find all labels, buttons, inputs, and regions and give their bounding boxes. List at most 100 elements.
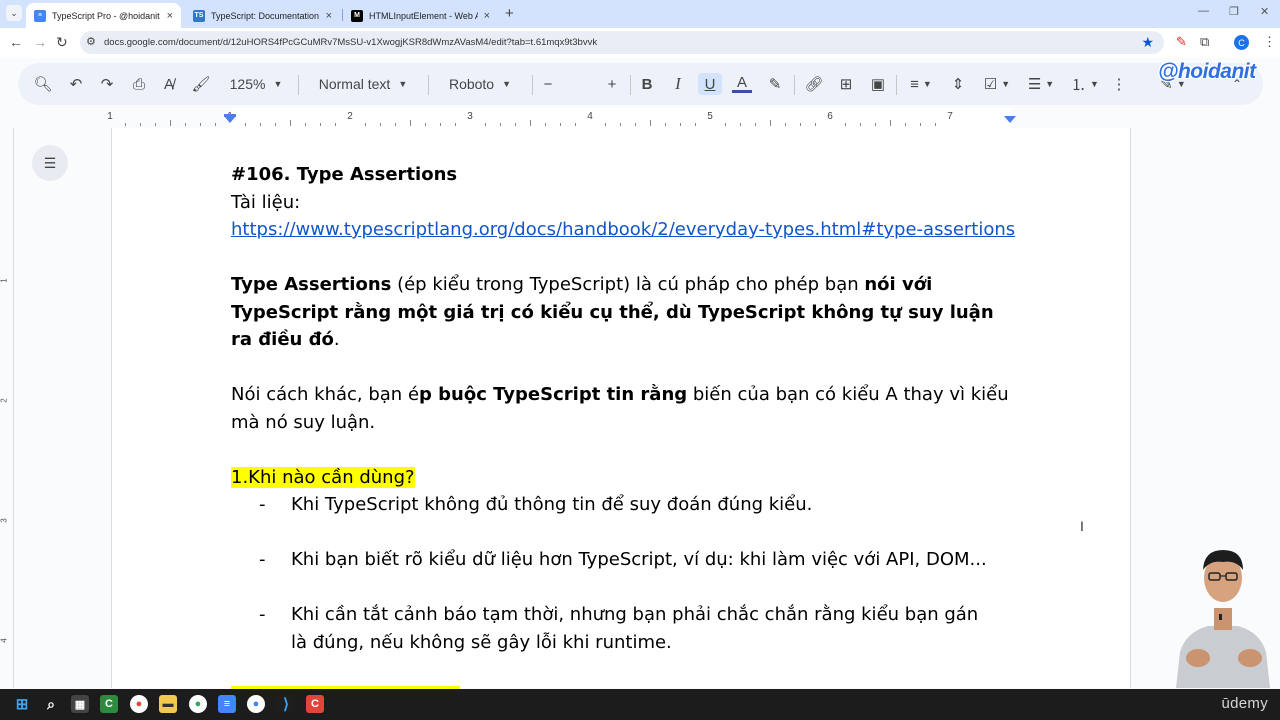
ruler-tick — [320, 123, 321, 126]
bullet-item: - Khi TypeScript không đủ thông tin để su… — [231, 491, 1031, 519]
new-tab-icon[interactable]: + — [505, 5, 514, 22]
right-indent-handle[interactable] — [1004, 116, 1016, 123]
file-explorer-icon[interactable]: ▬ — [159, 695, 177, 713]
ruler-number: 6 — [827, 111, 833, 122]
ruler-tick — [545, 123, 546, 126]
restore-icon[interactable]: ❐ — [1229, 5, 1239, 18]
doc-link[interactable]: https://www.typescriptlang.org/docs/hand… — [231, 219, 1015, 240]
notepad-icon[interactable]: ≡ — [218, 695, 236, 713]
highlight-color-icon[interactable]: ✎ — [764, 73, 786, 95]
ruler-tick — [425, 123, 426, 126]
paragraph-style-select[interactable]: Normal text ▼ — [310, 73, 416, 95]
vertical-ruler: 1 2 3 4 — [0, 128, 14, 688]
tab-search-icon[interactable]: ⌄ — [6, 5, 22, 21]
task-view-icon[interactable]: ▦ — [71, 695, 89, 713]
chrome-icon[interactable]: ● — [130, 695, 148, 713]
ruler-tick — [290, 120, 291, 126]
checklist-icon[interactable]: ☑ ▼ — [980, 73, 1014, 95]
extensions-icon[interactable]: ⧉ — [1200, 34, 1209, 50]
windows-start-icon[interactable]: ⊞ — [13, 695, 31, 713]
underline-icon[interactable]: U — [698, 73, 722, 95]
ruler-tick — [440, 123, 441, 126]
ruler-tick — [305, 123, 306, 126]
decrease-font-size-icon[interactable]: − — [538, 73, 558, 95]
close-icon[interactable]: × — [167, 10, 173, 22]
presenter-video — [1176, 550, 1270, 688]
paint-format-icon[interactable]: 🖌︎ — [190, 73, 212, 95]
bullet-text: Khi TypeScript không đủ thông tin để suy… — [291, 494, 813, 515]
vscode-icon[interactable]: ⟩ — [277, 695, 295, 713]
redo-icon[interactable]: ↷ — [96, 73, 118, 95]
search-menus-icon[interactable]: 🔍︎ — [32, 73, 54, 95]
bookmark-star-icon[interactable]: ★ — [1141, 34, 1154, 51]
camtasia-icon[interactable]: C — [100, 695, 118, 713]
mdn-icon: M — [351, 9, 363, 22]
recorder-icon[interactable]: C — [306, 695, 324, 713]
omnibox[interactable]: ⚙ docs.google.com/document/d/12uHORS4fPc… — [80, 31, 1164, 54]
numbered-list-icon[interactable]: ⒈ ▼ — [1068, 73, 1102, 95]
docs-toolbar: 🔍︎ ↶ ↷ ⎙ A̸ 🖌︎ 125% ▼ Normal text ▼ Roboto… — [18, 63, 1263, 105]
tab-typescript-docs[interactable]: TS TypeScript: Documentation - Ev × — [185, 3, 340, 28]
ruler-tick — [260, 123, 261, 126]
url-text[interactable]: docs.google.com/document/d/12uHORS4fPcGC… — [104, 37, 597, 48]
document-outline-icon[interactable]: ☰ — [32, 145, 68, 181]
bullet-item: - Khi cần tắt cảnh báo tạm thời, nhưng bạ… — [231, 601, 991, 656]
line-spacing-icon[interactable]: ⇕ — [947, 73, 969, 95]
toolbar-divider — [896, 75, 897, 95]
horizontal-ruler: 11234567 — [15, 108, 1130, 128]
print-icon[interactable]: ⎙ — [128, 73, 150, 95]
add-comment-icon[interactable]: ⊞ — [835, 73, 857, 95]
docs-icon: ≡ — [34, 9, 46, 22]
chrome-alt-icon[interactable]: ● — [247, 695, 265, 713]
menu-kebab-icon[interactable]: ⋮ — [1263, 34, 1276, 50]
toolbar-divider — [794, 75, 795, 95]
search-icon[interactable]: ⌕ — [42, 695, 60, 713]
window-close-icon[interactable]: ✕ — [1260, 5, 1269, 18]
ruler-tick — [770, 120, 771, 126]
profile-avatar[interactable]: C — [1234, 35, 1249, 50]
text-cursor-icon: I — [1080, 518, 1084, 534]
chevron-down-icon: ▼ — [273, 79, 283, 89]
minimize-icon[interactable]: — — [1198, 5, 1209, 17]
bulleted-list-icon[interactable]: ☰ ▼ — [1024, 73, 1058, 95]
ruler-tick — [785, 123, 786, 126]
site-info-icon[interactable]: ⚙ — [86, 35, 96, 48]
zoom-select[interactable]: 125% ▼ — [224, 73, 288, 95]
ruler-tick — [485, 123, 486, 126]
close-icon[interactable]: × — [484, 10, 490, 22]
close-icon[interactable]: × — [326, 10, 332, 22]
highlighted-text: 1.Khi nào cần dùng? — [231, 466, 415, 488]
ruler-tick — [890, 120, 891, 126]
ruler-number: 5 — [707, 111, 713, 122]
insert-image-icon[interactable]: ▣ — [867, 73, 889, 95]
increase-font-size-icon[interactable]: + — [602, 73, 622, 95]
forward-icon[interactable]: → — [33, 34, 47, 50]
style-value: Normal text — [318, 76, 391, 92]
ruler-tick — [455, 123, 456, 126]
ruler-tick — [245, 123, 246, 126]
toolbar-divider — [532, 75, 533, 95]
italic-icon[interactable]: I — [667, 73, 689, 95]
ruler-number: 4 — [587, 111, 593, 122]
doc-label: Tài liệu: — [231, 191, 301, 213]
left-indent-handle[interactable] — [224, 116, 236, 123]
back-icon[interactable]: ← — [9, 34, 23, 50]
ruler-tick — [620, 123, 621, 126]
font-family-select[interactable]: Roboto ▼ — [438, 73, 522, 95]
tab-typescript-pro[interactable]: ≡ TypeScript Pro - @hoidanit - G × — [26, 3, 181, 28]
document-body[interactable]: #106. Type Assertions Tài liệu: https://… — [231, 160, 1031, 656]
align-icon[interactable]: ≡ ▼ — [904, 73, 938, 95]
chrome-profile-icon[interactable]: ● — [189, 695, 207, 713]
text-color-icon[interactable]: A — [731, 73, 753, 95]
more-options-icon[interactable]: ⋮ — [1110, 73, 1128, 95]
tab-title: HTMLInputElement - Web APIs — [369, 10, 478, 21]
bold-icon[interactable]: B — [636, 73, 658, 95]
undo-icon[interactable]: ↶ — [65, 73, 87, 95]
insert-link-icon[interactable]: 🔗︎ — [803, 73, 825, 95]
tab-htmlinputelement[interactable]: M HTMLInputElement - Web APIs × — [343, 3, 498, 28]
reload-icon[interactable]: ↻ — [56, 34, 68, 51]
spellcheck-icon[interactable]: A̸ — [158, 73, 180, 95]
toolbar-divider — [298, 75, 299, 95]
pen-extension-icon[interactable]: ✎ — [1176, 34, 1187, 50]
